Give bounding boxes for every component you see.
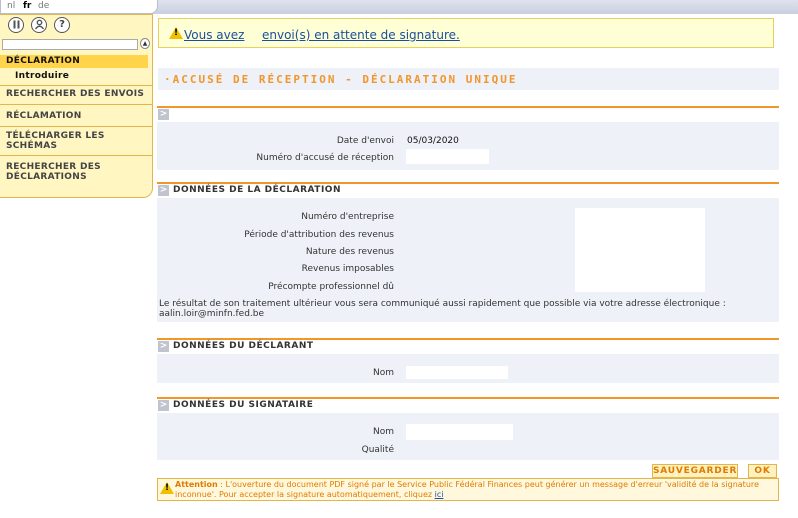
question-icon[interactable]: ? xyxy=(54,17,70,33)
date-label: Date d'envoi xyxy=(336,136,394,146)
accept-signature-link[interactable]: ici xyxy=(435,490,444,499)
pending-link-2[interactable]: envoi(s) en attente de signature. xyxy=(262,28,460,42)
section-header: > xyxy=(157,106,779,122)
attention-label: Attention xyxy=(175,480,218,489)
signer-name-value xyxy=(406,424,513,440)
save-button[interactable]: SAUVEGARDER xyxy=(652,464,738,478)
lang-de-link[interactable]: de xyxy=(38,1,49,11)
section-header: > DONNÉES DU SIGNATAIRE xyxy=(157,397,779,413)
pdf-signature-warning: Attention : L'ouverture du document PDF … xyxy=(157,478,779,501)
divider xyxy=(0,126,152,127)
pending-link-1[interactable]: Vous avez xyxy=(184,28,244,42)
enterprise-number-label: Numéro d'entreprise xyxy=(301,212,394,222)
expand-arrow-icon[interactable]: > xyxy=(158,400,169,411)
top-bar: nl fr de xyxy=(0,0,798,14)
expand-arrow-icon[interactable]: > xyxy=(158,341,169,352)
section-header: > DONNÉES DE LA DÉCLARATION xyxy=(157,182,779,198)
signer-name-label: Nom xyxy=(372,427,394,437)
warning-icon xyxy=(169,27,183,39)
sidebar-item-declaration[interactable]: DÉCLARATION xyxy=(0,55,148,68)
sidebar-item-rechercher-declarations[interactable]: RECHERCHER DES DÉCLARATIONS xyxy=(0,162,110,182)
expand-arrow-icon[interactable]: > xyxy=(158,109,169,120)
date-value: 05/03/2020 xyxy=(407,136,459,146)
section-title: DONNÉES DU DÉCLARANT xyxy=(173,341,314,351)
page-title-band: ·ACCUSÉ DE RÉCEPTION - DÉCLARATION UNIQU… xyxy=(158,68,779,90)
section-declaration: > DONNÉES DE LA DÉCLARATION Numéro d'ent… xyxy=(157,182,779,322)
sidebar-item-reclamation[interactable]: RÉCLAMATION xyxy=(0,111,148,121)
scroll-up-icon[interactable]: ▲ xyxy=(140,38,150,49)
section-signataire: > DONNÉES DU SIGNATAIRE Nom Qualité xyxy=(157,397,779,460)
pdf-warning-text: Attention : L'ouverture du document PDF … xyxy=(175,480,775,500)
language-tab: nl fr de xyxy=(0,0,158,14)
receipt-number-label: Numéro d'accusé de réception xyxy=(256,153,394,163)
sidebar-item-introduire[interactable]: Introduire xyxy=(0,71,148,81)
pdf-warning-message: : L'ouverture du document PDF signé par … xyxy=(175,480,759,499)
withholding-tax-label: Précompte professionnel dû xyxy=(268,282,394,292)
expand-arrow-icon[interactable]: > xyxy=(158,185,169,196)
sidebar: ? ▲ DÉCLARATION Introduire RECHERCHER DE… xyxy=(0,14,153,198)
divider xyxy=(0,104,152,105)
taxable-income-label: Revenus imposables xyxy=(301,264,394,274)
pending-signature-alert: Vous avez envoi(s) en attente de signatu… xyxy=(158,18,774,48)
sidebar-item-telecharger-schemas[interactable]: TÉLÉCHARGER LES SCHÉMAS xyxy=(0,131,110,151)
section-declarant: > DONNÉES DU DÉCLARANT Nom xyxy=(157,338,779,383)
lang-nl-link[interactable]: nl xyxy=(7,1,15,11)
sidebar-search-input[interactable] xyxy=(2,39,138,50)
receipt-number-value xyxy=(406,149,489,164)
declarant-name-value xyxy=(406,366,508,379)
ok-button[interactable]: OK xyxy=(748,464,777,478)
processing-info-text: Le résultat de son traitement ultérieur … xyxy=(159,299,726,319)
help-person-icon[interactable] xyxy=(31,17,47,33)
section-title: DONNÉES DU SIGNATAIRE xyxy=(173,400,314,410)
attribution-period-label: Période d'attribution des revenus xyxy=(244,230,394,240)
warning-icon xyxy=(160,482,174,494)
page-title: ·ACCUSÉ DE RÉCEPTION - DÉCLARATION UNIQU… xyxy=(164,73,518,86)
section-header: > DONNÉES DU DÉCLARANT xyxy=(157,338,779,354)
pause-icon[interactable] xyxy=(8,17,24,33)
declaration-values-box xyxy=(575,208,705,292)
lang-fr-link[interactable]: fr xyxy=(23,1,31,11)
signer-quality-label: Qualité xyxy=(361,445,394,455)
divider xyxy=(0,155,152,156)
section-general: > Date d'envoi 05/03/2020 Numéro d'accus… xyxy=(157,106,779,170)
declarant-name-label: Nom xyxy=(372,368,394,378)
divider xyxy=(0,85,152,86)
income-nature-label: Nature des revenus xyxy=(305,247,394,257)
section-title: DONNÉES DE LA DÉCLARATION xyxy=(173,185,341,195)
sidebar-item-rechercher-envois[interactable]: RECHERCHER DES ENVOIS xyxy=(0,89,148,99)
